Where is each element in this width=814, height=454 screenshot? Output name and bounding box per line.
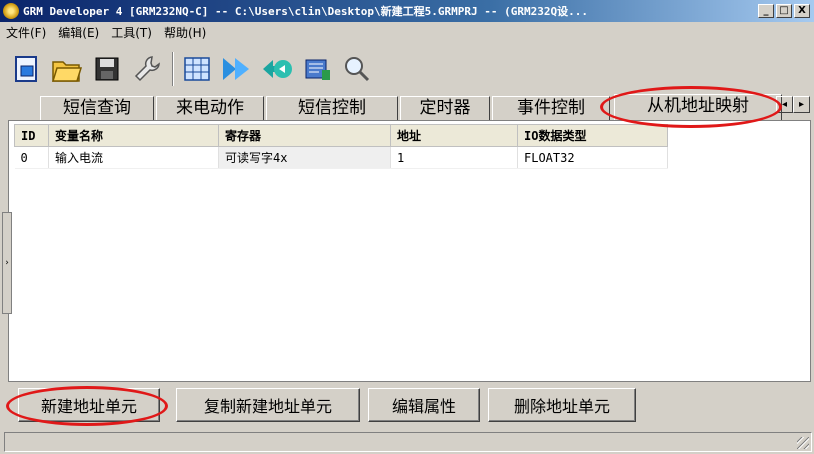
download-icon[interactable] [220, 52, 254, 86]
copy-new-address-unit-button[interactable]: 复制新建地址单元 [176, 388, 360, 422]
search-icon[interactable] [340, 52, 374, 86]
menu-bar: 文件(F) 编辑(E) 工具(T) 帮助(H) [0, 22, 814, 42]
tab-sms-control[interactable]: 短信控制 [266, 96, 398, 120]
menu-tools[interactable]: 工具(T) [111, 24, 152, 41]
menu-edit[interactable]: 编辑(E) [58, 24, 99, 41]
window-controls: _ □ X [758, 4, 810, 18]
address-table: ID 变量名称 寄存器 地址 IO数据类型 0 输入电流 可读写字4x 1 FL… [14, 124, 668, 169]
window-title: GRM Developer 4 [GRM232NQ-C] -- C:\Users… [23, 5, 588, 18]
save-icon[interactable] [90, 52, 124, 86]
title-bar: GRM Developer 4 [GRM232NQ-C] -- C:\Users… [0, 0, 814, 22]
tab-call-action[interactable]: 来电动作 [156, 96, 264, 120]
maximize-button[interactable]: □ [776, 4, 792, 18]
upload-icon[interactable] [260, 52, 294, 86]
tab-event-control[interactable]: 事件控制 [492, 96, 610, 120]
monitor-icon[interactable] [300, 52, 334, 86]
new-project-icon[interactable] [10, 52, 44, 86]
new-address-unit-button[interactable]: 新建地址单元 [18, 388, 160, 422]
settings-wrench-icon[interactable] [130, 52, 164, 86]
menu-file[interactable]: 文件(F) [6, 24, 46, 41]
menu-help[interactable]: 帮助(H) [164, 24, 206, 41]
column-header-register[interactable]: 寄存器 [218, 124, 391, 147]
table-header-row: ID 变量名称 寄存器 地址 IO数据类型 [14, 124, 668, 147]
grid-icon[interactable] [180, 52, 214, 86]
column-header-io-data-type[interactable]: IO数据类型 [517, 124, 668, 147]
cell-io-data-type[interactable]: FLOAT32 [517, 146, 668, 169]
tab-slave-address-map[interactable]: 从机地址映射 [614, 94, 782, 120]
column-header-variable-name[interactable]: 变量名称 [48, 124, 219, 147]
cell-address[interactable]: 1 [390, 146, 518, 169]
toolbar-separator [172, 52, 174, 86]
delete-address-unit-button[interactable]: 删除地址单元 [488, 388, 636, 422]
side-panel-splitter[interactable]: › [2, 212, 12, 314]
open-folder-icon[interactable] [50, 52, 84, 86]
cell-register[interactable]: 可读写字4x [218, 146, 391, 169]
tab-scroll-controls: ◂ ▸ [776, 96, 810, 113]
cell-variable-name[interactable]: 输入电流 [48, 146, 219, 169]
table-row[interactable]: 0 输入电流 可读写字4x 1 FLOAT32 [14, 146, 668, 169]
toolbar [0, 44, 814, 94]
action-button-row: 新建地址单元 复制新建地址单元 编辑属性 删除地址单元 [0, 384, 814, 424]
column-header-address[interactable]: 地址 [390, 124, 518, 147]
app-logo-icon [3, 3, 19, 19]
tab-strip: 短信查询 来电动作 短信控制 定时器 事件控制 从机地址映射 ◂ ▸ [0, 94, 814, 120]
minimize-button[interactable]: _ [758, 4, 774, 18]
resize-grip-icon[interactable] [797, 437, 809, 449]
tab-sms-query[interactable]: 短信查询 [40, 96, 154, 120]
cell-id[interactable]: 0 [14, 146, 49, 169]
status-bar [4, 432, 812, 452]
edit-properties-button[interactable]: 编辑属性 [368, 388, 480, 422]
close-button[interactable]: X [794, 4, 810, 18]
tab-timer[interactable]: 定时器 [400, 96, 490, 120]
tab-scroll-left-button[interactable]: ◂ [776, 96, 793, 113]
address-map-panel: ID 变量名称 寄存器 地址 IO数据类型 0 输入电流 可读写字4x 1 FL… [8, 120, 811, 382]
column-header-id[interactable]: ID [14, 124, 49, 147]
tab-scroll-right-button[interactable]: ▸ [793, 96, 810, 113]
